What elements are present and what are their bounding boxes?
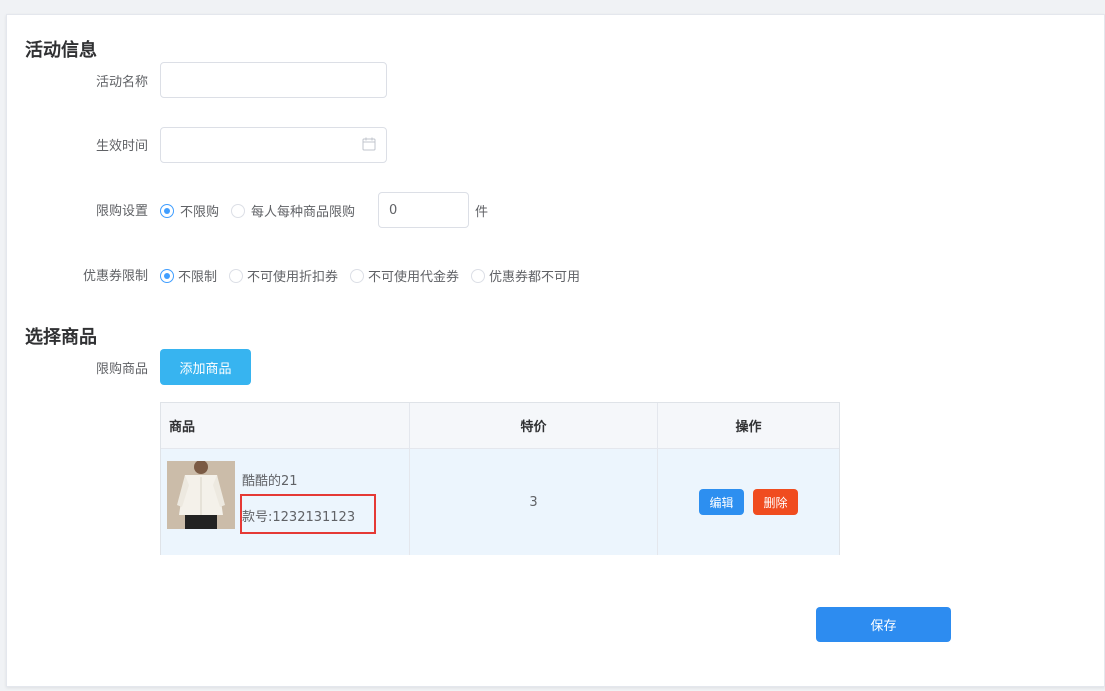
special-price-value: 3 <box>529 494 538 510</box>
radio-dot <box>160 268 174 283</box>
shirt-image <box>167 461 235 529</box>
radio-dot <box>350 268 365 283</box>
product-name: 酷酷的21 <box>242 474 298 489</box>
coupon-radio-unrestricted[interactable]: 不限制 <box>160 266 217 285</box>
limit-radio-unlimited[interactable]: 不限购 <box>160 201 219 220</box>
coupon-radio-group: 不限制 不可使用折扣券 不可使用代金券 优惠券都不可用 <box>160 266 592 285</box>
header-special-price: 特价 <box>410 403 658 448</box>
radio-label: 不限制 <box>178 270 218 285</box>
coupon-limit-label: 优惠券限制 <box>82 269 148 284</box>
header-product: 商品 <box>161 403 410 448</box>
limit-setting-label: 限购设置 <box>95 204 148 219</box>
add-product-button[interactable]: 添加商品 <box>160 349 251 385</box>
coupon-radio-no-discount[interactable]: 不可使用折扣券 <box>229 266 338 285</box>
sku-highlight-box <box>240 494 376 534</box>
radio-label: 每人每种商品限购 <box>251 205 356 220</box>
radio-dot <box>231 203 246 218</box>
actions-cell: 编辑 删除 <box>658 449 839 555</box>
product-cell: 酷酷的21 款号:1232131123 <box>161 449 410 555</box>
product-thumbnail <box>167 461 235 529</box>
price-cell: 3 <box>410 449 658 555</box>
edit-button[interactable]: 编辑 <box>699 489 744 515</box>
radio-dot <box>160 203 174 218</box>
save-button[interactable]: 保存 <box>816 607 951 642</box>
activity-name-input[interactable] <box>160 62 387 98</box>
coupon-radio-none[interactable]: 优惠券都不可用 <box>471 266 580 285</box>
table-row: 酷酷的21 款号:1232131123 3 编辑 删除 <box>161 449 839 555</box>
table-header: 商品 特价 操作 <box>161 403 839 449</box>
radio-dot <box>229 268 244 283</box>
limit-unit-label: 件 <box>475 205 489 220</box>
activity-section-title: 活动信息 <box>25 40 97 61</box>
activity-name-label: 活动名称 <box>95 75 148 90</box>
header-actions: 操作 <box>735 420 762 435</box>
effective-time-picker[interactable] <box>160 127 387 163</box>
limit-radio-per-person[interactable]: 每人每种商品限购 <box>231 201 355 220</box>
coupon-radio-no-voucher[interactable]: 不可使用代金券 <box>350 266 459 285</box>
product-table: 商品 特价 操作 酷酷的21 款号:1232131123 3 编辑 删除 <box>160 402 840 555</box>
limit-radio-group: 不限购 每人每种商品限购 <box>160 201 367 220</box>
product-section-title: 选择商品 <box>25 327 97 348</box>
limit-products-label: 限购商品 <box>95 362 148 377</box>
radio-label: 优惠券都不可用 <box>489 270 581 285</box>
calendar-icon <box>362 137 376 151</box>
limit-quantity-input[interactable] <box>378 192 469 228</box>
radio-label: 不限购 <box>180 205 220 220</box>
radio-label: 不可使用代金券 <box>368 270 460 285</box>
effective-time-label: 生效时间 <box>95 139 148 154</box>
top-strip <box>0 0 1105 14</box>
radio-dot <box>471 268 486 283</box>
radio-label: 不可使用折扣券 <box>247 270 339 285</box>
delete-button[interactable]: 删除 <box>753 489 798 515</box>
